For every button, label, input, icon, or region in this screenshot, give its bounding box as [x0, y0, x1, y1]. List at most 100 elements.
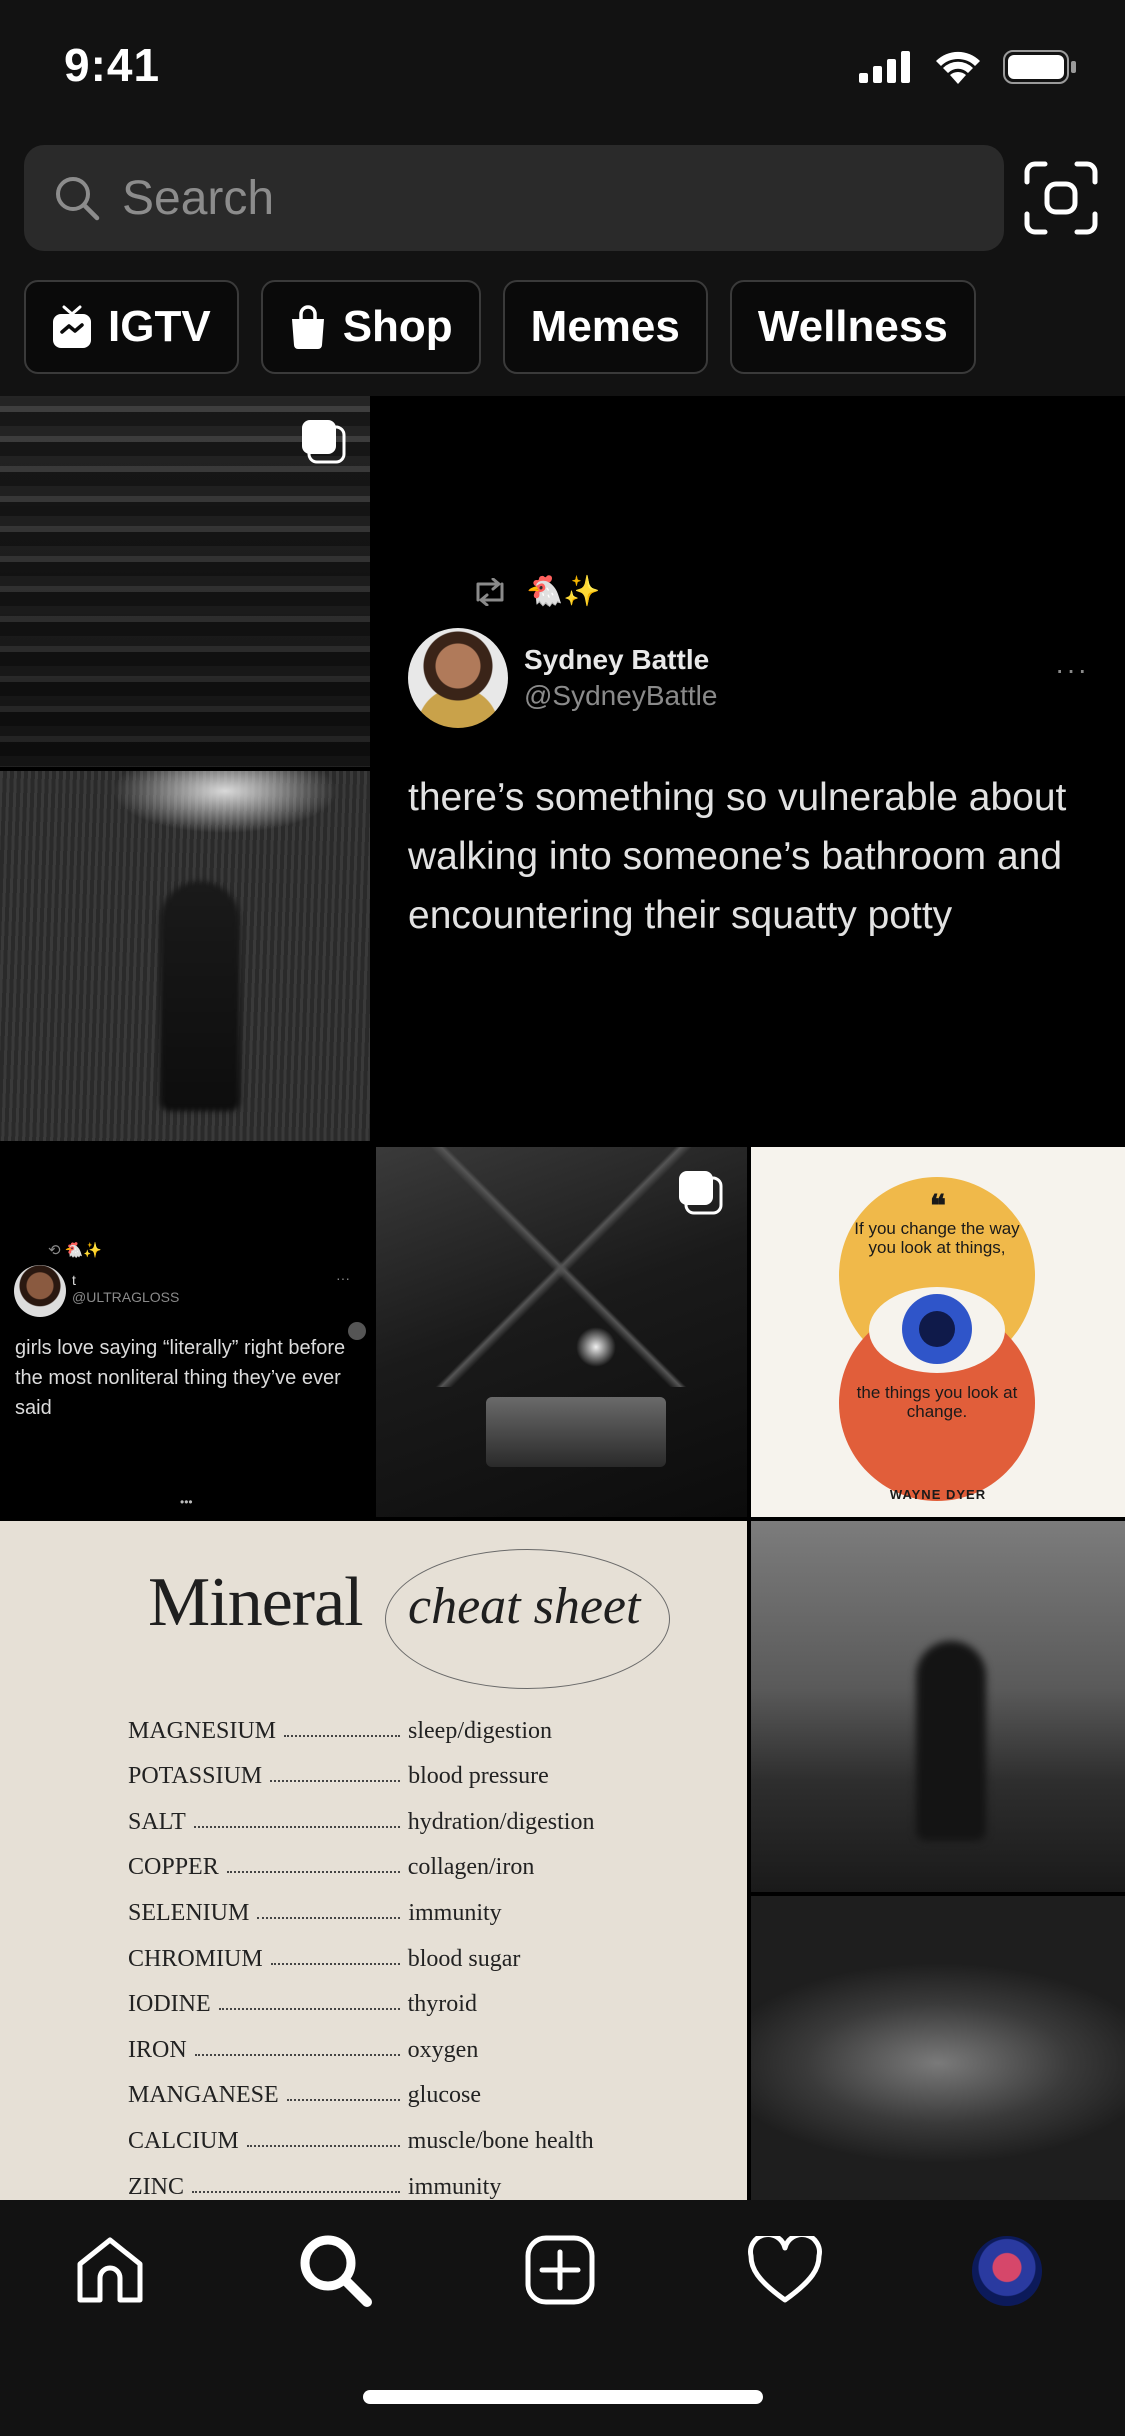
mineral-row: CHROMIUM blood sugar	[128, 1927, 668, 1973]
mineral-name: ZINC	[128, 2173, 184, 2200]
search-bar[interactable]	[24, 145, 1004, 251]
status-bar: 9:41	[0, 0, 1125, 130]
mineral-benefit: glucose	[407, 2082, 481, 2109]
chip-label: IGTV	[108, 302, 211, 351]
new-post-icon	[525, 2235, 595, 2305]
tweet-author-handle: @SydneyBattle	[524, 680, 718, 711]
tweet-text: there’s something so vulnerable about wa…	[408, 776, 1067, 937]
igtv-icon	[53, 305, 91, 348]
chip-memes[interactable]: Memes	[502, 280, 708, 374]
scan-icon[interactable]	[1023, 160, 1099, 236]
blurred-figure	[916, 1641, 986, 1841]
eye-icon	[902, 1294, 972, 1364]
tab-new-post[interactable]	[520, 2230, 600, 2310]
tab-activity[interactable]	[745, 2230, 825, 2310]
multiple-photos-icon	[302, 420, 346, 464]
mineral-row: COPPER collagen/iron	[128, 1836, 668, 1882]
mineral-name: SELENIUM	[128, 1899, 250, 1926]
tweet-author-name: t	[72, 1272, 76, 1288]
post-mineral-cheat-sheet[interactable]: Mineral cheat sheet MAGNESIUM sleep/diges…	[0, 1521, 747, 2200]
mineral-name: MAGNESIUM	[128, 1717, 277, 1744]
mineral-name: SALT	[128, 1808, 186, 1835]
dotted-leader	[257, 1916, 401, 1919]
dotted-leader	[218, 2008, 400, 2011]
avatar	[408, 628, 508, 728]
mineral-row: POTASSIUM blood pressure	[128, 1745, 668, 1791]
home-indicator[interactable]	[363, 2390, 763, 2404]
retweet-emoji: 🐔✨	[526, 575, 601, 608]
dotted-leader	[246, 2144, 400, 2147]
mineral-benefit: blood sugar	[407, 1945, 521, 1972]
mineral-benefit: collagen/iron	[407, 1854, 535, 1881]
mineral-row: SALT hydration/digestion	[128, 1790, 668, 1836]
retweet-icon	[476, 577, 504, 606]
blurred-figure	[160, 881, 240, 1111]
tweet-text: girls love saying “literally” right befo…	[15, 1337, 346, 1419]
chip-label: Wellness	[757, 302, 948, 351]
mineral-name: IRON	[128, 2036, 187, 2063]
dotted-leader	[194, 2053, 400, 2056]
more-options-icon: ···	[1055, 654, 1089, 685]
lamp-glow	[576, 1327, 616, 1367]
mineral-name: CALCIUM	[128, 2127, 239, 2154]
tab-profile-avatar[interactable]	[972, 2236, 1042, 2306]
retweet-row: 🐔✨	[472, 574, 601, 609]
chip-label: Shop	[342, 302, 453, 351]
mineral-row: SELENIUM immunity	[128, 1881, 668, 1927]
carousel-dots: •••	[180, 1495, 193, 1509]
post-thumbnail-tent[interactable]	[376, 1147, 747, 1517]
quote-line-2: the things you look at change.	[856, 1383, 1018, 1421]
post-quote-card[interactable]: ❝ If you change the way you look at thin…	[751, 1147, 1125, 1517]
cellular-signal-icon	[859, 51, 910, 83]
tweet-author-name: Sydney Battle	[524, 644, 710, 675]
heart-icon	[748, 2236, 822, 2303]
dotted-leader	[270, 1962, 400, 1965]
dotted-leader	[270, 1780, 401, 1783]
mineral-name: POTASSIUM	[128, 1763, 263, 1790]
mineral-row: CALCIUM muscle/bone health	[128, 2109, 668, 2155]
dotted-leader	[284, 1734, 401, 1737]
status-icons	[859, 50, 1077, 84]
mineral-row: ZINC immunity	[128, 2155, 668, 2200]
dotted-leader	[226, 1871, 400, 1874]
post-thumbnail-rain[interactable]	[0, 771, 370, 1141]
shopping-bag-icon	[291, 305, 324, 349]
mineral-name: MANGANESE	[128, 2082, 279, 2109]
mineral-benefit: immunity	[408, 1899, 502, 1926]
post-tweet-screenshot[interactable]: 🐔✨ Sydney Battle @SydneyBattle ··· there…	[372, 396, 1125, 1141]
chip-wellness[interactable]: Wellness	[729, 280, 976, 374]
more-options-icon: ···	[336, 1270, 350, 1286]
multiple-photos-icon	[679, 1171, 723, 1215]
tweet-author-handle: @ULTRAGLOSS	[72, 1289, 180, 1305]
post-tweet-screenshot-small[interactable]: ⟲ 🐔✨ t @ULTRAGLOSS ··· girls love saying…	[0, 1147, 370, 1517]
mineral-benefit: oxygen	[407, 2036, 479, 2063]
mineral-benefit: blood pressure	[408, 1763, 549, 1790]
dotted-leader	[286, 2099, 400, 2102]
bed	[486, 1397, 666, 1467]
dotted-leader	[192, 2190, 400, 2193]
tab-search[interactable]	[295, 2230, 375, 2310]
mineral-name: CHROMIUM	[128, 1945, 263, 1972]
mineral-benefit: immunity	[408, 2173, 502, 2200]
retweet-emoji: 🐔✨	[64, 1242, 103, 1259]
cheat-sheet-title: Mineral	[148, 1564, 364, 1641]
category-chips: IGTV Shop Memes Wellness	[24, 280, 976, 374]
search-icon	[56, 177, 100, 221]
mineral-row: IODINE thyroid	[128, 1973, 668, 2019]
home-icon	[77, 2237, 143, 2303]
search-icon	[300, 2235, 372, 2307]
post-thumbnail-fog[interactable]	[751, 1896, 1125, 2200]
cheat-sheet-subtitle: cheat sheet	[408, 1578, 641, 1635]
search-input[interactable]	[122, 170, 942, 226]
post-thumbnail-street[interactable]	[0, 396, 370, 767]
mineral-benefit: hydration/digestion	[407, 1808, 595, 1835]
chip-igtv[interactable]: IGTV	[24, 280, 239, 374]
tab-home[interactable]	[70, 2230, 150, 2310]
chip-shop[interactable]: Shop	[260, 280, 481, 374]
mineral-row: MAGNESIUM sleep/digestion	[128, 1699, 668, 1745]
post-thumbnail-field[interactable]	[751, 1521, 1125, 1892]
mineral-name: COPPER	[128, 1854, 219, 1881]
avatar	[14, 1265, 66, 1317]
mineral-list: MAGNESIUM sleep/digestion POTASSIUM blood p…	[128, 1699, 668, 2200]
quote-line-1: If you change the way you look at things…	[854, 1219, 1020, 1257]
